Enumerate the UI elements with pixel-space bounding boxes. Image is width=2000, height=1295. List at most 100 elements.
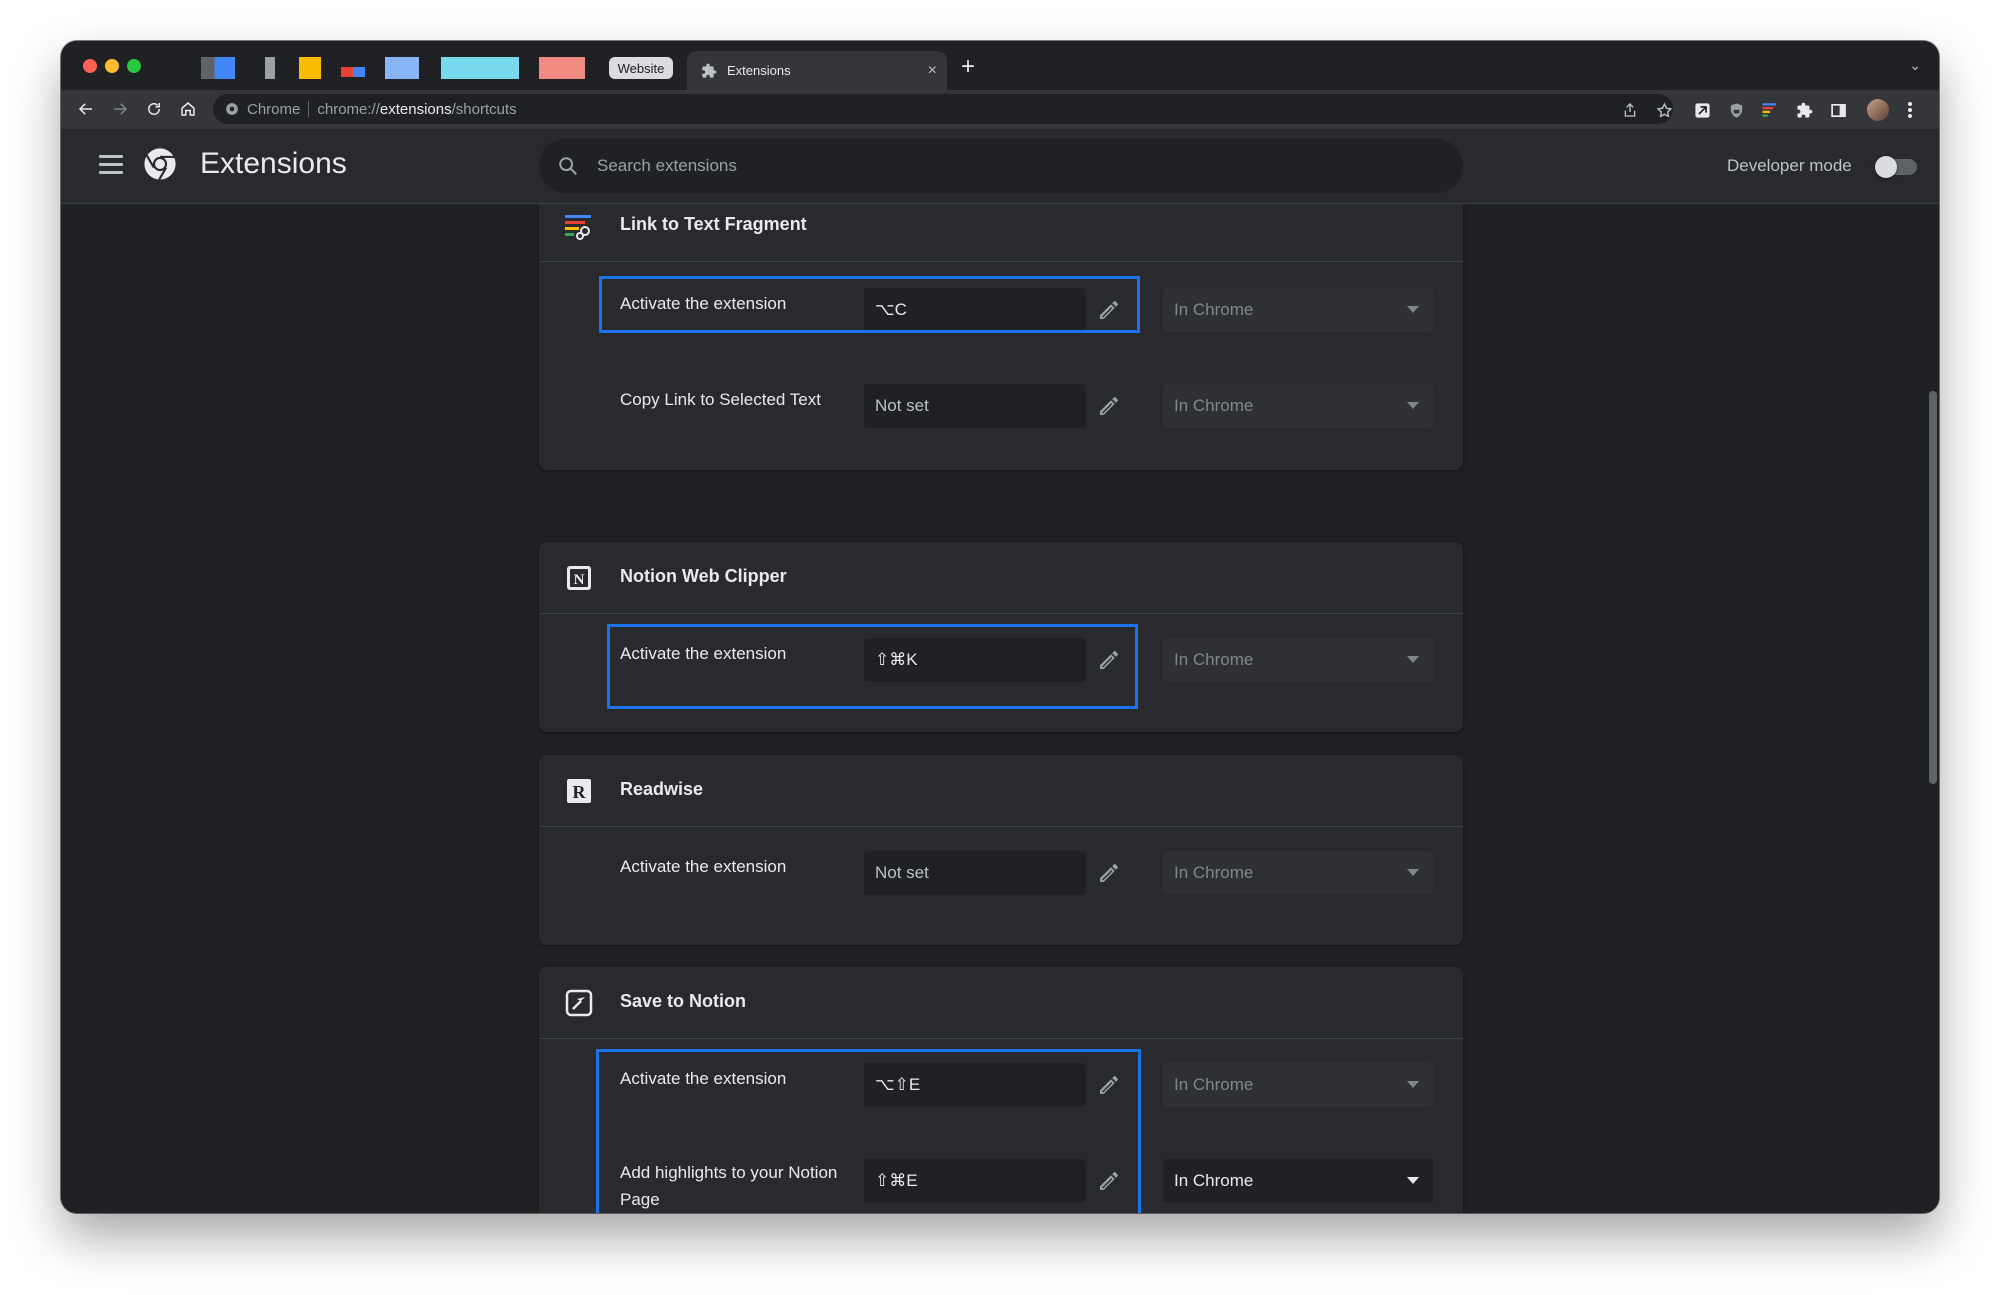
pencil-icon[interactable] [1097,298,1121,322]
share-icon[interactable] [1621,101,1639,119]
tab-search-icon[interactable]: ⌄ [1909,57,1921,74]
scrollbar-track[interactable] [1925,204,1939,1213]
url-path: /shortcuts [451,100,517,118]
scope-value: In Chrome [1174,396,1254,415]
shortcut-label: Activate the extension [620,644,787,663]
pencil-icon[interactable] [1097,648,1121,672]
chrome-logo-icon [144,148,176,181]
minimize-window-button[interactable] [105,59,119,73]
bookmark-star-icon[interactable] [1655,101,1673,119]
chevron-down-icon [1407,306,1419,313]
pinned-tab-1[interactable] [201,57,235,79]
shortcut-row: Copy Link to Selected Text Not set In Ch… [539,372,1463,442]
scope-select[interactable]: In Chrome [1163,638,1433,682]
url-scheme: chrome:// [317,100,380,118]
scope-value: In Chrome [1174,863,1254,882]
pencil-icon[interactable] [1097,1169,1121,1193]
tab-strip: Website Extensions × + ⌄ [61,41,1939,90]
scope-select[interactable]: In Chrome [1163,851,1433,895]
shortcut-row: Activate the extension ⇧⌘K In Chrome [539,626,1463,696]
site-label: Chrome [247,100,301,118]
shortcut-label: Activate the extension [620,857,787,876]
shortcut-label: Copy Link to Selected Text [620,390,821,409]
shortcut-label: Activate the extension [620,294,787,313]
extension-card-link-to-text-fragment: Link to Text Fragment Activate the exten… [539,204,1463,470]
shortcut-input[interactable]: Not set [864,851,1086,895]
shortcut-input[interactable]: ⌥C [864,288,1086,332]
side-panel-icon[interactable] [1829,101,1847,119]
shortcut-input[interactable]: ⇧⌘E [864,1159,1086,1203]
chevron-down-icon [1407,656,1419,663]
card-header: N Notion Web Clipper [539,542,1463,614]
tab-title: Extensions [727,63,791,78]
pinned-tab-2[interactable] [265,57,275,79]
pencil-icon[interactable] [1097,1073,1121,1097]
card-header: R Readwise [539,755,1463,827]
link-fragment-toolbar-icon[interactable] [1761,101,1779,119]
shield-icon[interactable] [1727,101,1745,119]
developer-mode-toggle[interactable] [1875,156,1917,178]
pencil-icon[interactable] [1097,861,1121,885]
omnibox-separator [308,101,310,117]
shortcut-input[interactable]: Not set [864,384,1086,428]
shortcut-input[interactable]: ⇧⌘K [864,638,1086,682]
pinned-tab-7[interactable] [539,57,585,79]
save-to-notion-icon [565,989,593,1017]
extension-name: Notion Web Clipper [620,566,787,586]
search-input[interactable] [595,155,1463,177]
svg-text:N: N [574,572,585,588]
pinned-tab-5[interactable] [385,57,419,79]
shortcuts-content: Link to Text Fragment Activate the exten… [61,204,1939,1213]
extension-card-notion-web-clipper: N Notion Web Clipper Activate the extens… [539,542,1463,732]
extensions-puzzle-icon[interactable] [1795,101,1813,119]
tab-extensions[interactable]: Extensions × [687,51,947,90]
scope-value: In Chrome [1174,650,1254,669]
scope-select[interactable]: In Chrome [1163,1159,1433,1203]
zoom-window-button[interactable] [127,59,141,73]
pencil-icon[interactable] [1097,394,1121,418]
close-tab-icon[interactable]: × [928,62,937,80]
search-bar[interactable] [539,139,1463,193]
scrollbar-thumb[interactable] [1929,391,1937,784]
scope-select[interactable]: In Chrome [1163,288,1433,332]
readwise-icon: R [567,779,591,803]
home-icon[interactable] [177,98,199,120]
shortcut-row: Activate the extension Not set In Chrome [539,839,1463,909]
notion-icon: N [567,566,591,590]
more-menu-icon[interactable] [1901,101,1919,119]
website-tab[interactable]: Website [609,57,673,79]
shortcut-label: Activate the extension [620,1069,787,1088]
save-to-notion-toolbar-icon[interactable] [1693,101,1711,119]
forward-icon[interactable] [109,98,131,120]
scope-value: In Chrome [1174,300,1254,319]
browser-toolbar: Chrome chrome://extensions/shortcuts [61,90,1939,129]
pinned-tab-4[interactable] [341,67,365,77]
chevron-down-icon [1407,869,1419,876]
pinned-tab-3[interactable] [299,57,321,79]
extension-name: Link to Text Fragment [620,214,807,234]
extension-card-readwise: R Readwise Activate the extension Not se… [539,755,1463,945]
shortcut-row: Add highlights to your Notion Page ⇧⌘E I… [539,1147,1463,1213]
extensions-header: Extensions Developer mode [61,129,1939,204]
shortcut-row: Activate the extension ⌥C In Chrome [539,276,1463,346]
pinned-tab-6[interactable] [441,57,519,79]
svg-text:R: R [573,782,587,802]
back-icon[interactable] [75,98,97,120]
chevron-down-icon [1407,1081,1419,1088]
scope-select[interactable]: In Chrome [1163,1063,1433,1107]
link-fragment-icon [565,215,591,240]
address-bar[interactable]: Chrome chrome://extensions/shortcuts [213,94,1673,124]
profile-avatar[interactable] [1867,99,1889,121]
menu-icon[interactable] [99,155,123,174]
search-icon [559,157,577,175]
new-tab-button[interactable]: + [961,55,975,79]
website-tab-label: Website [617,60,665,76]
extension-name: Save to Notion [620,991,747,1011]
scope-value: In Chrome [1174,1171,1254,1190]
shortcut-input[interactable]: ⌥⇧E [864,1063,1086,1107]
scope-select[interactable]: In Chrome [1163,384,1433,428]
close-window-button[interactable] [83,59,97,73]
reload-icon[interactable] [143,98,165,120]
url-host: extensions [379,100,452,118]
chevron-down-icon [1407,402,1419,409]
